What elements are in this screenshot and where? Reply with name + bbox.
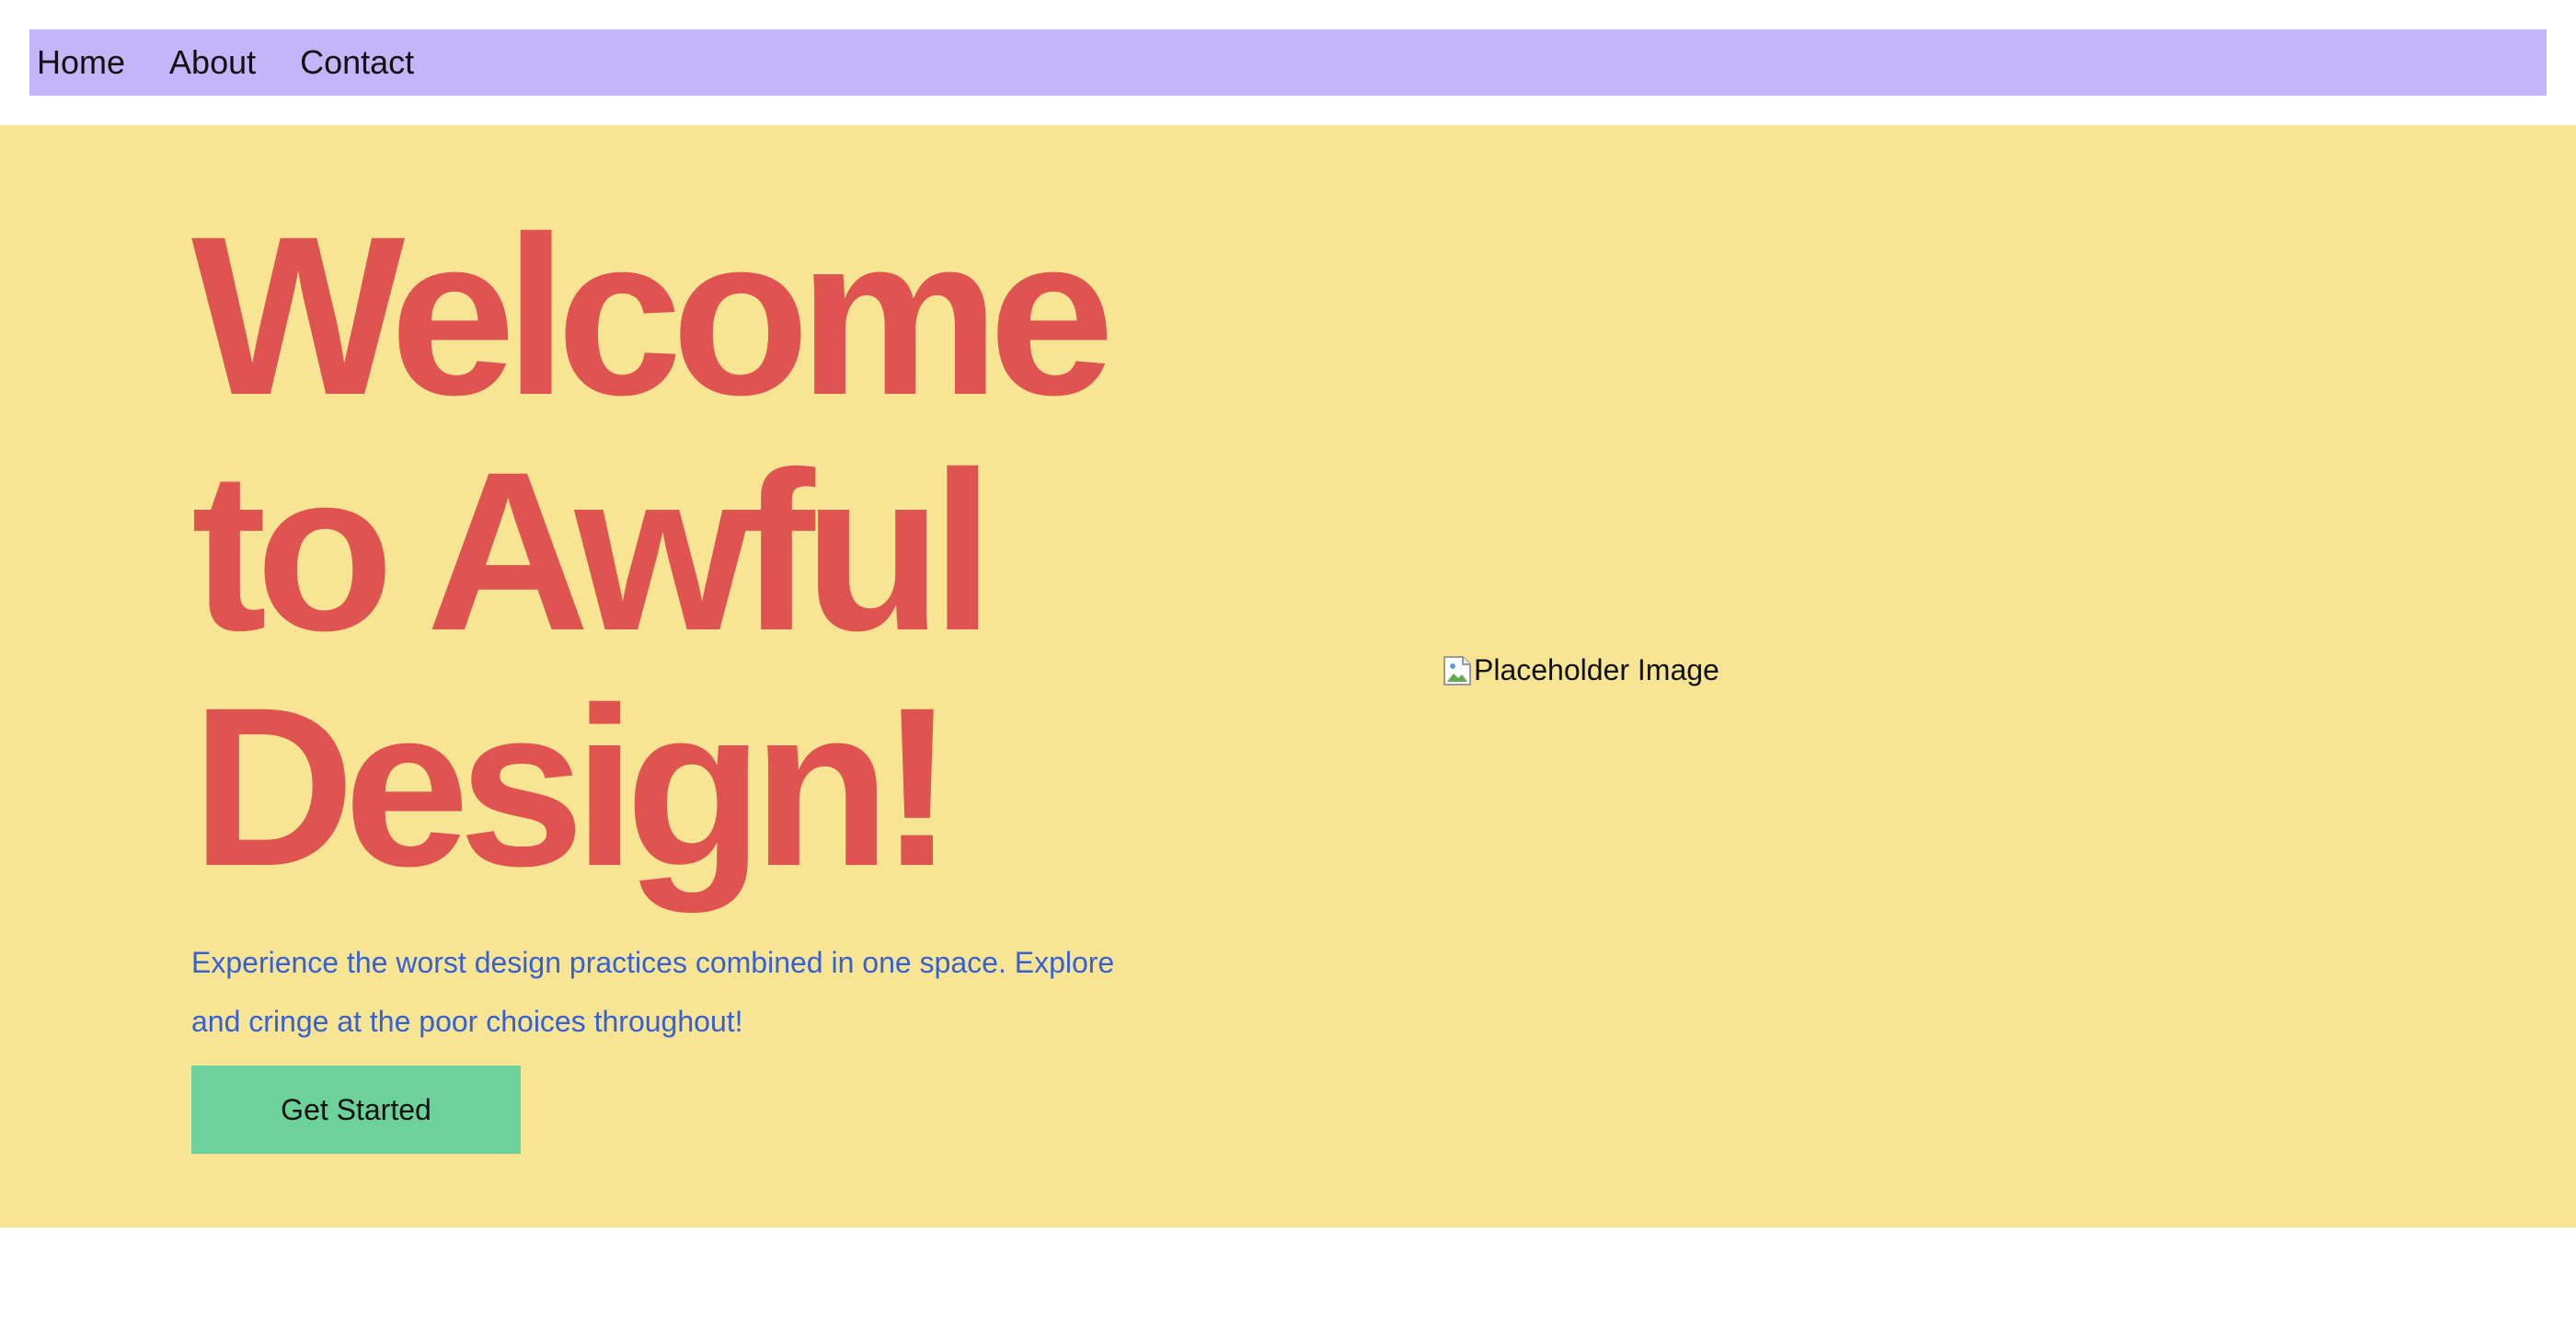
get-started-button[interactable]: Get Started (191, 1066, 521, 1154)
broken-image-icon (1443, 653, 1472, 688)
nav-link-home[interactable]: Home (37, 46, 125, 79)
nav-link-about[interactable]: About (169, 46, 256, 79)
hero-section: Welcome to Awful Design! Experience the … (0, 125, 2576, 1227)
nav-link-contact[interactable]: Contact (300, 46, 414, 79)
hero-title: Welcome to Awful Design! (191, 190, 1115, 914)
placeholder-image-alt-text: Placeholder Image (1474, 653, 1719, 686)
top-navigation-bar: Home About Contact (29, 29, 2547, 96)
hero-placeholder-image: Placeholder Image (1443, 653, 1719, 688)
hero-content: Welcome to Awful Design! Experience the … (191, 199, 1185, 1154)
hero-subtitle: Experience the worst design practices co… (191, 946, 1115, 1038)
page: Home About Contact Welcome to Awful Desi… (0, 0, 2576, 1325)
